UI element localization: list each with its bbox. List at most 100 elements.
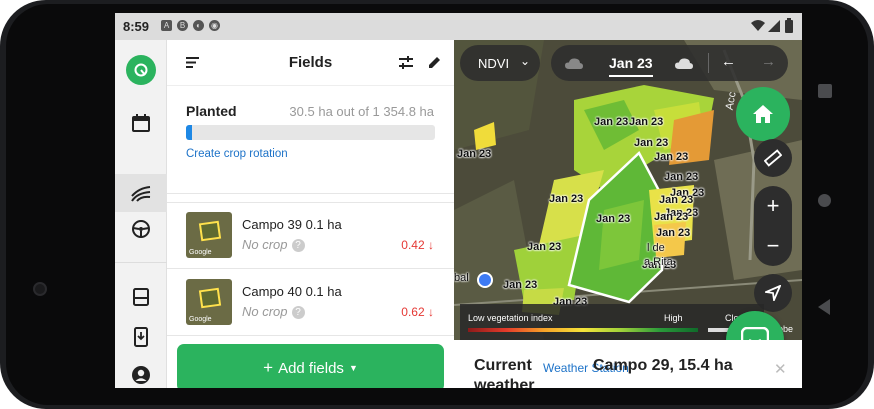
map-place-label: bal xyxy=(454,272,469,284)
planted-progress-fill xyxy=(186,125,192,140)
arrow-left-icon[interactable]: ← xyxy=(721,53,736,70)
phone-download-icon xyxy=(134,327,148,347)
ruler-button[interactable] xyxy=(754,139,792,177)
profile-icon xyxy=(132,366,150,384)
back-hardware-button[interactable] xyxy=(818,299,830,315)
date-selector: Jan 23 ← → xyxy=(551,45,788,81)
ndvi-date-label: Jan 23 xyxy=(629,116,664,128)
menu-icon[interactable] xyxy=(186,57,199,68)
filter-icon[interactable] xyxy=(399,56,413,69)
selected-date[interactable]: Jan 23 xyxy=(609,55,653,77)
weather-title-line-2: weather xyxy=(474,377,535,388)
notification-icon-b: B xyxy=(177,20,188,31)
field-list-item[interactable]: Google Campo 39 0.1 ha No crop? 0.42 ↓ xyxy=(167,202,454,268)
home-icon xyxy=(753,105,773,123)
create-crop-rotation-link[interactable]: Create crop rotation xyxy=(186,148,288,160)
ndvi-legend: Low vegetation index High Clouds xyxy=(460,304,764,340)
navigation-arrow-icon xyxy=(765,285,781,301)
field-name: Campo 39 0.1 ha xyxy=(242,217,342,232)
rail-item-profile[interactable] xyxy=(115,356,167,388)
weather-title: Current xyxy=(474,357,532,374)
planted-label: Planted xyxy=(186,103,237,119)
minus-icon: − xyxy=(766,233,780,258)
arrow-down-icon: ↓ xyxy=(428,238,434,252)
weather-card[interactable]: Current weather Weather Station Campo 29… xyxy=(454,340,802,388)
notification-icon-c: ◐ xyxy=(193,20,204,31)
add-fields-button[interactable]: + Add fields ▼ xyxy=(177,344,444,388)
ndvi-date-label: Jan 23 xyxy=(664,171,699,183)
map-place-label: l de xyxy=(647,242,665,254)
ndvi-value: 0.62 ↓ xyxy=(401,305,434,319)
status-time: 8:59 xyxy=(123,19,150,34)
field-crop: No crop? xyxy=(242,304,305,320)
fields-panel: Fields Planted 30.5 ha out of 1 354.8 ha… xyxy=(167,40,454,388)
fields-icon xyxy=(131,186,151,202)
recents-hardware-button[interactable] xyxy=(818,84,832,98)
camera-dot xyxy=(33,282,47,296)
divider xyxy=(708,53,709,73)
steering-wheel-icon xyxy=(132,220,150,238)
field-name: Campo 40 0.1 ha xyxy=(242,284,342,299)
ndvi-date-label: Jan 23 xyxy=(654,211,689,223)
map-place-marker[interactable] xyxy=(477,272,493,288)
navigation-rail xyxy=(115,40,167,388)
chevron-down-icon: ⌄ xyxy=(520,54,531,68)
edit-icon[interactable] xyxy=(428,56,441,69)
ndvi-date-label: Jan 23 xyxy=(457,148,492,160)
app-logo[interactable] xyxy=(126,55,156,85)
cloud-icon[interactable] xyxy=(565,58,583,69)
home-hardware-button[interactable] xyxy=(818,194,831,207)
notebook-icon xyxy=(133,288,149,306)
zoom-out-button[interactable]: − xyxy=(754,226,792,266)
wifi-icon xyxy=(751,20,765,31)
app-screen: 8:59 A B ◐ ◉ Fields Planted 30.5 ha out … xyxy=(115,13,802,388)
notification-icon-d: ◉ xyxy=(209,20,220,31)
map-place-label: a Rita xyxy=(644,256,673,268)
rail-item-notes[interactable] xyxy=(115,278,167,316)
field-thumbnail: Google xyxy=(186,212,232,258)
calendar-icon xyxy=(132,114,150,132)
divider xyxy=(167,193,454,194)
plus-icon: + xyxy=(263,358,274,377)
close-icon[interactable]: ✕ xyxy=(774,360,787,378)
rail-item-fields[interactable] xyxy=(115,174,167,212)
rail-item-download[interactable] xyxy=(115,318,167,356)
ndvi-date-label: Jan 23 xyxy=(654,151,689,163)
ndvi-date-label: Jan 23 xyxy=(656,227,691,239)
ndvi-date-label: Jan 23 xyxy=(596,213,631,225)
ndvi-date-label: Jan 23 xyxy=(659,194,694,206)
ndvi-date-label: Jan 23 xyxy=(503,279,538,291)
notification-icon-a: A xyxy=(161,20,172,31)
rail-item-machinery[interactable] xyxy=(115,210,167,248)
help-icon[interactable]: ? xyxy=(291,306,305,320)
leaf-logo-icon xyxy=(134,63,148,77)
zoom-in-button[interactable]: + xyxy=(754,186,792,226)
ndvi-date-label: Jan 23 xyxy=(527,241,562,253)
field-crop: No crop? xyxy=(242,237,305,253)
plus-icon: + xyxy=(766,193,780,218)
field-list-item[interactable]: Google Campo 40 0.1 ha No crop? 0.62 ↓ xyxy=(167,269,454,335)
field-thumbnail: Google xyxy=(186,279,232,325)
status-bar: 8:59 A B ◐ ◉ xyxy=(115,13,802,40)
signal-icon xyxy=(768,20,780,32)
battery-icon xyxy=(785,18,793,33)
planted-progress-bar xyxy=(186,125,435,140)
home-button[interactable] xyxy=(736,87,790,141)
cloud-icon[interactable] xyxy=(675,58,693,69)
weather-field-name: Campo 29, 15.4 ha xyxy=(593,357,733,374)
arrow-right-icon[interactable]: → xyxy=(761,53,776,70)
layer-selector[interactable]: NDVI ⌄ xyxy=(460,45,540,81)
ndvi-value: 0.42 ↓ xyxy=(401,238,434,252)
planted-value: 30.5 ha out of 1 354.8 ha xyxy=(289,104,434,119)
rail-item-calendar[interactable] xyxy=(115,104,167,142)
map-imagery xyxy=(454,40,802,340)
panel-title: Fields xyxy=(288,54,333,71)
ruler-icon xyxy=(764,149,782,167)
rail-divider xyxy=(115,262,167,263)
satellite-map[interactable]: Jan 23 Jan 23 Jan 23 Jan 23 Jan 23 Jan 2… xyxy=(454,40,802,340)
ndvi-date-label: Jan 23 xyxy=(549,193,584,205)
divider xyxy=(167,335,454,336)
arrow-down-icon: ↓ xyxy=(428,305,434,319)
help-icon[interactable]: ? xyxy=(291,239,305,253)
caret-down-icon: ▼ xyxy=(348,363,358,373)
